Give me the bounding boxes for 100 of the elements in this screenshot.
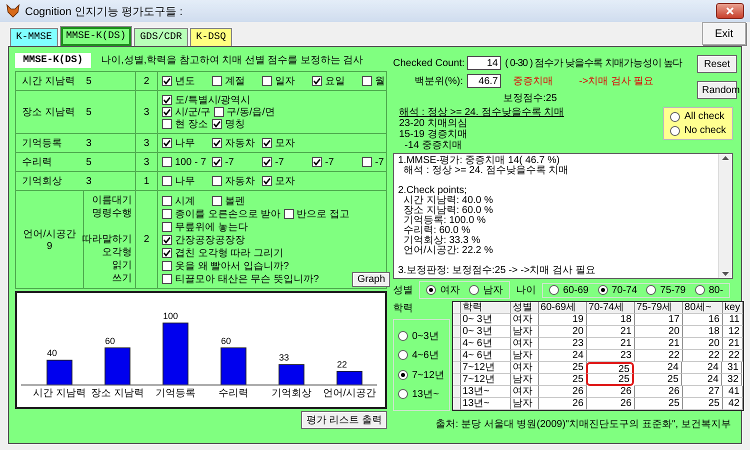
percentile-field[interactable]: 46.7 bbox=[467, 74, 501, 88]
checkbox[interactable] bbox=[162, 274, 172, 284]
count-field[interactable]: 14 bbox=[467, 56, 501, 70]
table-cell: 18 bbox=[586, 314, 635, 326]
table-cell: 20 bbox=[538, 326, 587, 338]
chart-bar bbox=[46, 360, 72, 386]
interpretation-heading: 해석 : 정상 >= 24. 점수낮을수록 치매 bbox=[399, 107, 566, 118]
row-selector[interactable] bbox=[452, 314, 461, 326]
checkbox[interactable] bbox=[214, 107, 224, 117]
tab[interactable]: GDS/CDR bbox=[134, 28, 188, 46]
checkbox[interactable] bbox=[162, 248, 172, 258]
checkbox[interactable] bbox=[162, 95, 172, 105]
tab[interactable]: K-DSQ bbox=[190, 28, 232, 46]
tab[interactable]: MMSE-K(DS) bbox=[60, 26, 132, 46]
checkbox-label: 모자 bbox=[275, 175, 295, 188]
print-list-button[interactable]: 평가 리스트 출력 bbox=[301, 411, 387, 429]
max-score: 3 bbox=[86, 138, 92, 148]
radio-button[interactable] bbox=[398, 389, 408, 400]
table-cell: 26 bbox=[586, 398, 635, 410]
column-header: 80세~ bbox=[682, 302, 723, 314]
checkbox[interactable] bbox=[362, 157, 372, 167]
report-box[interactable]: 1.MMSE-평가: 중증치매 14( 46.7 %) 해석 : 정상 >= 24. 점수낮을수록 치매 2.Check points; 시간 지남력: 40.0 % 장소 지남력: 60.0 % 기억등록: 100.0 % 수리력: 60.0 % 기억회상: 33.3 % 언어/시공간: 22.2 % 3.보정판정: 보정점수:25 -> ->치매 검사 필요 bbox=[393, 153, 733, 279]
scroll-up-icon[interactable] bbox=[722, 156, 729, 160]
scrollbar[interactable] bbox=[718, 154, 732, 278]
corrected-score: 보정점수:25 bbox=[502, 92, 558, 105]
checkbox[interactable] bbox=[312, 76, 322, 86]
category-name: 기억회상 bbox=[22, 175, 63, 188]
radio-button[interactable] bbox=[426, 285, 436, 295]
category-label: 시간 지남력 bbox=[33, 388, 86, 399]
checkbox-label: 나무 bbox=[175, 137, 195, 150]
row-selector[interactable] bbox=[452, 386, 461, 398]
subtask-label: 명령수행 bbox=[92, 208, 132, 219]
checkbox[interactable] bbox=[212, 176, 222, 186]
checkbox[interactable] bbox=[262, 157, 272, 167]
radio-button[interactable] bbox=[398, 330, 408, 341]
radio-button[interactable] bbox=[670, 112, 680, 122]
app-icon bbox=[6, 4, 20, 18]
row-selector[interactable] bbox=[452, 398, 461, 410]
graph-button[interactable]: Graph bbox=[352, 272, 390, 287]
radio-button[interactable] bbox=[670, 126, 680, 136]
checkbox[interactable] bbox=[162, 234, 172, 244]
checkbox[interactable] bbox=[212, 138, 222, 148]
table-cell: 여자 bbox=[510, 386, 539, 398]
category-label: 언어/시공간 bbox=[323, 388, 376, 399]
checkbox[interactable] bbox=[262, 76, 272, 86]
radio-label: 남자 bbox=[483, 284, 503, 297]
score-value: 3 bbox=[144, 156, 150, 168]
checkbox[interactable] bbox=[162, 76, 172, 86]
checkbox[interactable] bbox=[212, 119, 222, 129]
checkbox[interactable] bbox=[262, 138, 272, 148]
table-cell: 0~ 3년 bbox=[460, 314, 511, 326]
radio-button[interactable] bbox=[549, 285, 559, 295]
checkbox[interactable] bbox=[284, 208, 294, 218]
radio-button[interactable] bbox=[398, 370, 408, 380]
row-selector[interactable] bbox=[452, 374, 461, 386]
radio-label: 80- bbox=[708, 284, 724, 296]
row-selector[interactable] bbox=[452, 362, 461, 374]
checkbox[interactable] bbox=[162, 260, 172, 270]
action-button[interactable]: Random bbox=[697, 81, 737, 99]
row-selector[interactable] bbox=[452, 350, 461, 362]
row-selector[interactable] bbox=[452, 326, 461, 338]
checkbox[interactable] bbox=[162, 138, 172, 148]
subtask-label: 따라말하기 bbox=[82, 234, 132, 245]
checkbox[interactable] bbox=[162, 157, 172, 167]
interpretation-line: 15-19 경증치매 bbox=[399, 129, 468, 140]
action-button[interactable]: Reset bbox=[697, 55, 737, 73]
table-cell: 26 bbox=[634, 386, 683, 398]
checkbox-label: 구/동/읍/면 bbox=[226, 106, 275, 119]
checkbox[interactable] bbox=[162, 222, 172, 232]
exit-button[interactable]: Exit bbox=[702, 22, 746, 45]
radio-button[interactable] bbox=[598, 285, 608, 295]
checkbox[interactable] bbox=[162, 176, 172, 186]
radio-button[interactable] bbox=[469, 285, 479, 295]
table-cell: 24 bbox=[682, 362, 722, 374]
checkbox[interactable] bbox=[262, 176, 272, 186]
checkbox[interactable] bbox=[362, 76, 372, 86]
radio-button[interactable] bbox=[398, 350, 408, 360]
checkbox[interactable] bbox=[312, 157, 322, 167]
bar-value-label: 33 bbox=[279, 352, 290, 363]
radio-button[interactable] bbox=[694, 285, 705, 295]
checkbox[interactable] bbox=[212, 76, 222, 86]
test-title: MMSE-K(DS) bbox=[15, 52, 92, 68]
sex-label: 성별 bbox=[393, 284, 413, 297]
tab[interactable]: K-MMSE bbox=[10, 28, 58, 46]
checkbox[interactable] bbox=[212, 196, 222, 206]
checkbox[interactable] bbox=[162, 119, 172, 129]
checkbox[interactable] bbox=[212, 157, 222, 167]
radio-button[interactable] bbox=[646, 285, 656, 295]
checkbox[interactable] bbox=[162, 196, 172, 206]
scroll-down-icon[interactable] bbox=[722, 272, 729, 276]
row-selector[interactable] bbox=[452, 338, 461, 350]
table-cell: 19 bbox=[538, 314, 587, 326]
close-button[interactable] bbox=[716, 3, 744, 19]
row-selector-header bbox=[452, 302, 461, 314]
checkbox[interactable] bbox=[162, 208, 172, 218]
table-cell: 여자 bbox=[510, 362, 539, 374]
category-name: 언어/시공간 bbox=[23, 228, 76, 241]
radio-label: 7~12년 bbox=[412, 368, 445, 382]
checkbox[interactable] bbox=[162, 107, 172, 117]
table-cell: 18 bbox=[682, 326, 723, 338]
